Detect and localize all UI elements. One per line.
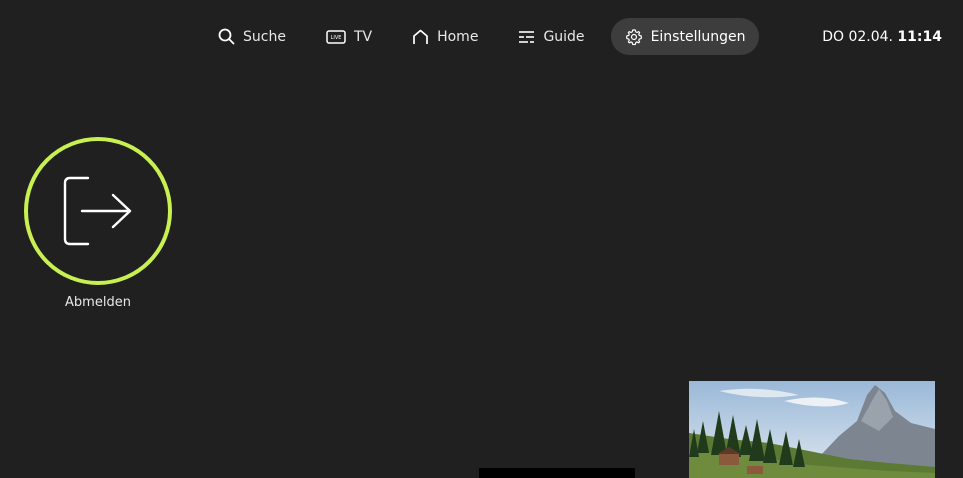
clock: DO 02.04. 11:14 xyxy=(822,29,942,45)
top-navigation: Suche LIVE TV Home Guide Einstellungen xyxy=(204,18,771,55)
logout-icon xyxy=(63,176,132,246)
live-preview-image xyxy=(689,381,935,478)
nav-item-search-label: Suche xyxy=(243,28,286,45)
bottom-black-bar xyxy=(479,468,635,478)
live-badge: LIVE xyxy=(331,35,342,41)
gear-icon xyxy=(625,28,642,45)
logout-tile-focus-ring[interactable] xyxy=(24,137,172,285)
clock-day: DO 02.04. xyxy=(822,29,893,45)
logout-tile-label: Abmelden xyxy=(65,295,131,310)
nav-item-tv-label: TV xyxy=(353,28,373,45)
nav-item-home-label: Home xyxy=(437,28,479,45)
guide-icon xyxy=(519,30,535,43)
nav-item-home[interactable]: Home xyxy=(398,18,492,55)
clock-time: 11:14 xyxy=(897,29,942,45)
nav-item-guide-label: Guide xyxy=(543,28,585,45)
nav-item-search[interactable]: Suche xyxy=(204,18,300,55)
nav-item-guide[interactable]: Guide xyxy=(504,18,598,55)
nav-item-settings-label: Einstellungen xyxy=(650,28,746,45)
nav-item-tv[interactable]: LIVE TV xyxy=(312,18,386,55)
home-icon xyxy=(413,29,428,44)
logout-tile[interactable]: Abmelden xyxy=(24,137,172,310)
live-tv-icon: LIVE xyxy=(326,29,346,44)
search-icon xyxy=(218,28,235,45)
nav-item-settings[interactable]: Einstellungen xyxy=(610,18,760,55)
mountain-landscape-image xyxy=(689,381,935,478)
